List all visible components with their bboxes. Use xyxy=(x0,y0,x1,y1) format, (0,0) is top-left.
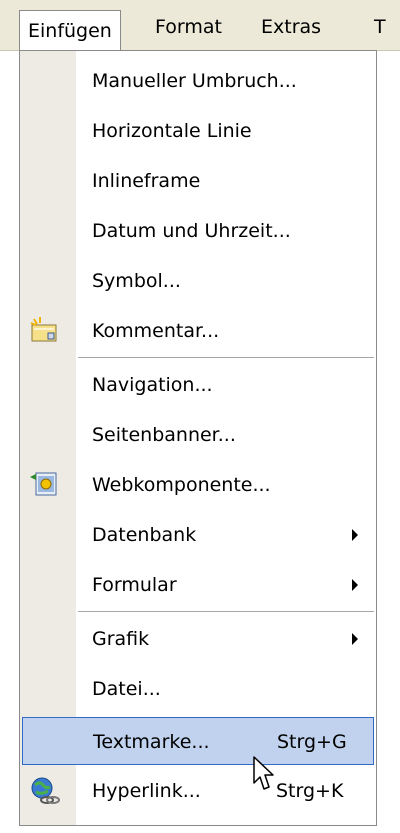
hyperlink-icon xyxy=(31,777,60,804)
menu-item-datum-und-uhrzeit[interactable]: Datum und Uhrzeit... xyxy=(20,207,376,255)
menu-item-inlineframe[interactable]: Inlineframe xyxy=(20,157,376,205)
menu-item-label: Grafik xyxy=(92,628,150,650)
menu-item-textmarke[interactable]: Textmarke... Strg+G xyxy=(22,717,374,765)
menu-item-label: Manueller Umbruch... xyxy=(92,70,297,92)
comment-icon xyxy=(30,317,57,342)
menu-item-label: Hyperlink... xyxy=(92,780,201,802)
menu-item-shortcut: Strg+K xyxy=(276,780,344,802)
menu-item-horizontale-linie[interactable]: Horizontale Linie xyxy=(20,107,376,155)
menu-t[interactable]: T xyxy=(366,12,394,42)
mouse-cursor-icon xyxy=(253,756,274,790)
menu-item-datenbank[interactable]: Datenbank xyxy=(20,511,376,559)
menu-item-webkomponente[interactable]: Webkomponente... xyxy=(20,461,376,509)
menu-item-label: Symbol... xyxy=(92,270,181,292)
submenu-arrow-icon xyxy=(352,579,358,591)
menu-item-label: Datei... xyxy=(92,678,161,700)
menu-item-shortcut: Strg+G xyxy=(277,731,347,753)
menu-item-label: Formular xyxy=(92,574,177,596)
insert-dropdown-menu: Manueller Umbruch... Horizontale Linie I… xyxy=(19,50,377,826)
menu-item-label: Navigation... xyxy=(92,374,213,396)
menu-separator xyxy=(78,611,374,612)
menu-item-hyperlink[interactable]: Hyperlink... Strg+K xyxy=(20,767,376,815)
menu-item-label: Datum und Uhrzeit... xyxy=(92,220,291,242)
menu-separator xyxy=(78,357,374,358)
app-window: Einfügen Format Extras T Manueller Umbru… xyxy=(0,0,400,833)
menu-item-symbol[interactable]: Symbol... xyxy=(20,257,376,305)
menu-extras[interactable]: Extras xyxy=(253,12,329,42)
menu-item-label: Webkomponente... xyxy=(92,474,271,496)
menu-bar: Einfügen Format Extras T xyxy=(0,0,400,51)
menu-item-label: Textmarke... xyxy=(93,731,210,753)
menu-item-datei[interactable]: Datei... xyxy=(20,665,376,713)
menu-item-formular[interactable]: Formular xyxy=(20,561,376,609)
menu-item-seitenbanner[interactable]: Seitenbanner... xyxy=(20,411,376,459)
submenu-arrow-icon xyxy=(352,529,358,541)
menu-item-grafik[interactable]: Grafik xyxy=(20,615,376,663)
menu-item-label: Kommentar... xyxy=(92,320,220,342)
menu-item-navigation[interactable]: Navigation... xyxy=(20,361,376,409)
menu-item-label: Datenbank xyxy=(92,524,197,546)
menu-einfuegen[interactable]: Einfügen xyxy=(19,10,121,51)
menu-format[interactable]: Format xyxy=(147,12,230,42)
menu-item-label: Seitenbanner... xyxy=(92,424,236,446)
menu-item-manueller-umbruch[interactable]: Manueller Umbruch... xyxy=(20,57,376,105)
web-component-icon xyxy=(30,472,57,496)
menu-item-label: Inlineframe xyxy=(92,170,201,192)
menu-item-kommentar[interactable]: Kommentar... xyxy=(20,307,376,355)
menu-item-label: Horizontale Linie xyxy=(92,120,252,142)
submenu-arrow-icon xyxy=(352,633,358,645)
